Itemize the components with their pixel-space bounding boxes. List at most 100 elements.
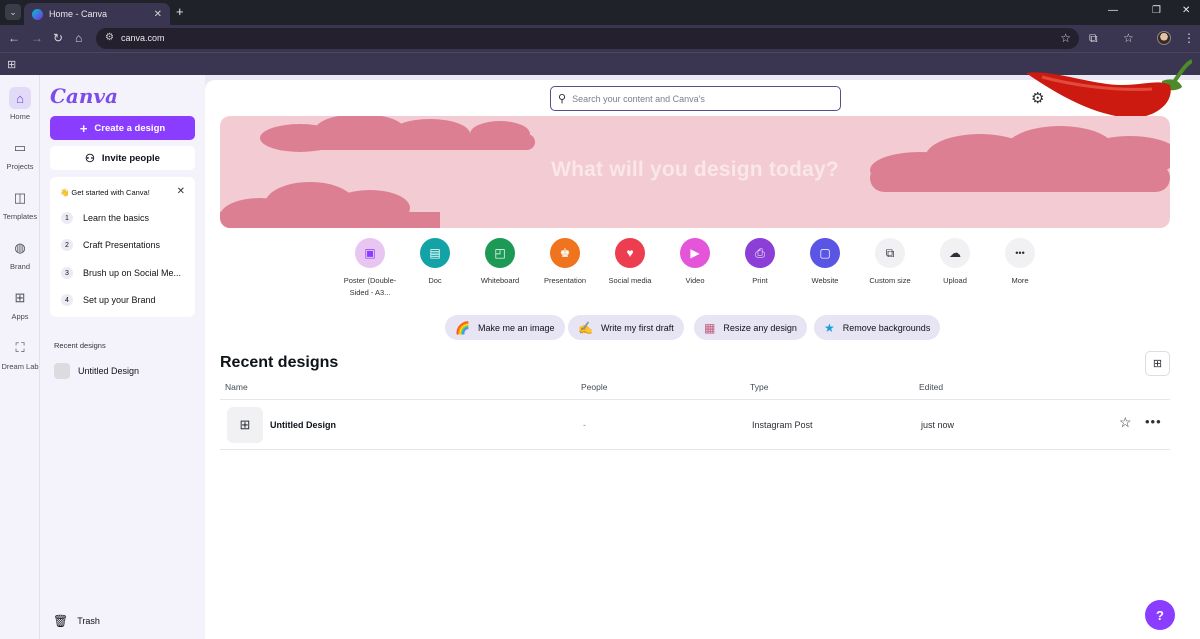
site-info-icon[interactable]: ⚙ xyxy=(105,32,114,43)
grid-view-toggle[interactable]: ⊞ xyxy=(1145,351,1170,376)
add-person-icon: ⚇ xyxy=(85,152,95,165)
home-icon: ⌂ xyxy=(9,87,31,109)
grid-icon: ⊞ xyxy=(1152,358,1163,370)
close-icon[interactable]: ✕ xyxy=(177,186,185,197)
trash-label: Trash xyxy=(77,616,100,626)
brand-icon: ◍ xyxy=(14,240,26,255)
bookmark-star-icon[interactable]: ☆ xyxy=(1060,31,1071,45)
forward-icon[interactable]: → xyxy=(31,31,43,45)
chip-label: Make me an image xyxy=(477,322,555,333)
design-type-print[interactable]: ⎙ Print xyxy=(726,238,794,287)
design-type-label: Social media xyxy=(608,276,652,285)
design-type-upload[interactable]: ☁ Upload xyxy=(921,238,989,287)
rail-item-dream-lab[interactable]: ⛶ Dream Lab xyxy=(0,337,40,371)
step-label: Set up your Brand xyxy=(83,295,156,305)
tab-list-button[interactable]: ⌄ xyxy=(5,4,21,20)
design-type-more[interactable]: ••• More xyxy=(986,238,1054,287)
apps-grid-icon[interactable]: ⊞ xyxy=(7,58,16,71)
chrome-menu-icon[interactable]: ⋮ xyxy=(1183,31,1195,45)
chip-write-draft[interactable]: ✍ Write my first draft xyxy=(568,315,684,340)
column-header-type: Type xyxy=(750,382,769,392)
profile-avatar[interactable] xyxy=(1157,31,1171,45)
star-icon[interactable]: ☆ xyxy=(1119,414,1132,431)
rail-item-projects[interactable]: ▭ Projects xyxy=(0,137,40,171)
help-button[interactable]: ? xyxy=(1145,600,1175,630)
doc-icon: ▤ xyxy=(420,238,450,268)
rail-label: Projects xyxy=(6,162,34,171)
design-type-label: Custom size xyxy=(869,276,911,285)
rail-label: Brand xyxy=(9,262,30,271)
window-close-icon[interactable]: ✕ xyxy=(1182,5,1190,16)
pen-icon: ✍ xyxy=(578,320,593,335)
chip-resize-design[interactable]: ▦ Resize any design xyxy=(694,315,807,340)
new-tab-button[interactable]: + xyxy=(176,5,184,18)
whiteboard-icon: ◰ xyxy=(485,238,515,268)
maximize-icon[interactable]: ❐ xyxy=(1152,5,1161,16)
templates-icon: ◫ xyxy=(13,190,27,205)
design-type-label: Whiteboard xyxy=(480,276,520,285)
print-icon: ⎙ xyxy=(745,238,775,268)
design-type-website[interactable]: ▢ Website xyxy=(791,238,859,287)
back-icon[interactable]: ← xyxy=(8,31,20,45)
folder-icon: ▭ xyxy=(13,140,27,155)
design-type-whiteboard[interactable]: ◰ Whiteboard xyxy=(466,238,534,287)
social-media-icon: ♥ xyxy=(615,238,645,268)
step-number: 2 xyxy=(61,239,73,251)
recent-design-item[interactable]: Untitled Design xyxy=(54,363,139,379)
design-type-label: Doc xyxy=(428,276,442,285)
presentation-icon: ♚ xyxy=(550,238,580,268)
row-edited: just now xyxy=(921,420,955,430)
get-started-item[interactable]: 3 Brush up on Social Me... xyxy=(61,265,181,281)
side-panel: Canva + Create a design ⚇ Invite people … xyxy=(40,75,205,639)
design-type-presentation[interactable]: ♚ Presentation xyxy=(531,238,599,287)
design-type-social-media[interactable]: ♥ Social media xyxy=(596,238,664,287)
design-thumbnail: ⊞ xyxy=(227,407,263,443)
chip-label: Remove backgrounds xyxy=(842,322,931,333)
apps-icon: ⊞ xyxy=(14,290,26,305)
reload-icon[interactable]: ↻ xyxy=(53,31,63,45)
chip-make-image[interactable]: 🌈 Make me an image xyxy=(445,315,565,340)
get-started-item[interactable]: 4 Set up your Brand xyxy=(61,292,156,308)
rail-label: Dream Lab xyxy=(1,362,39,371)
invite-people-button[interactable]: ⚇ Invite people xyxy=(50,146,195,170)
search-icon: ⚲ xyxy=(558,93,567,105)
tab-title: Home - Canva xyxy=(49,9,108,19)
design-type-video[interactable]: ▶ Video xyxy=(661,238,729,287)
step-label: Brush up on Social Me... xyxy=(83,268,182,278)
canva-logo[interactable]: Canva xyxy=(50,84,118,108)
main-content: ⚲ Search your content and Canva's ⚙ ⌄ xyxy=(205,59,1200,639)
close-tab-icon[interactable]: ✕ xyxy=(154,9,162,20)
rail-item-templates[interactable]: ◫ Templates xyxy=(0,187,40,221)
trash-button[interactable]: 🗑 Trash xyxy=(53,614,100,628)
rail-item-brand[interactable]: ◍ Brand xyxy=(0,237,40,271)
create-design-label: Create a design xyxy=(94,122,166,134)
browser-tab[interactable]: Home - Canva ✕ xyxy=(24,3,170,25)
recent-design-name: Untitled Design xyxy=(78,366,140,376)
minimize-icon[interactable]: — xyxy=(1108,5,1118,16)
chip-remove-backgrounds[interactable]: ★ Remove backgrounds xyxy=(814,315,941,340)
rail-item-home[interactable]: ⌂ Home xyxy=(0,87,40,121)
get-started-item[interactable]: 1 Learn the basics xyxy=(61,210,149,226)
hero-banner: What will you design today? xyxy=(220,116,1170,228)
rail-item-apps[interactable]: ⊞ Apps xyxy=(0,287,40,321)
design-type-poster[interactable]: ▣ Poster (Double-Sided - A3... xyxy=(336,238,404,299)
trash-icon: 🗑 xyxy=(53,614,69,628)
row-name[interactable]: Untitled Design xyxy=(270,420,336,430)
create-design-button[interactable]: + Create a design xyxy=(50,116,195,140)
extensions-icon[interactable]: ⧉ xyxy=(1089,31,1098,45)
home-browser-icon[interactable]: ⌂ xyxy=(75,31,82,45)
website-icon: ▢ xyxy=(810,238,840,268)
address-bar[interactable]: ⚙ canva.com ☆ xyxy=(96,28,1079,49)
design-type-doc[interactable]: ▤ Doc xyxy=(401,238,469,287)
column-header-edited[interactable]: Edited xyxy=(919,382,943,392)
step-number: 4 xyxy=(61,294,73,306)
more-options-icon[interactable]: ••• xyxy=(1145,414,1162,429)
recent-designs-title: Recent designs xyxy=(220,354,339,371)
get-started-item[interactable]: 2 Craft Presentations xyxy=(61,237,160,253)
upload-icon: ☁ xyxy=(940,238,970,268)
search-input[interactable]: ⚲ Search your content and Canva's xyxy=(550,86,841,111)
column-header-name[interactable]: Name xyxy=(225,382,248,392)
plus-icon: + xyxy=(79,120,88,136)
design-type-custom-size[interactable]: ⧉ Custom size xyxy=(856,238,924,287)
bookmarks-icon[interactable]: ☆ xyxy=(1123,31,1134,45)
